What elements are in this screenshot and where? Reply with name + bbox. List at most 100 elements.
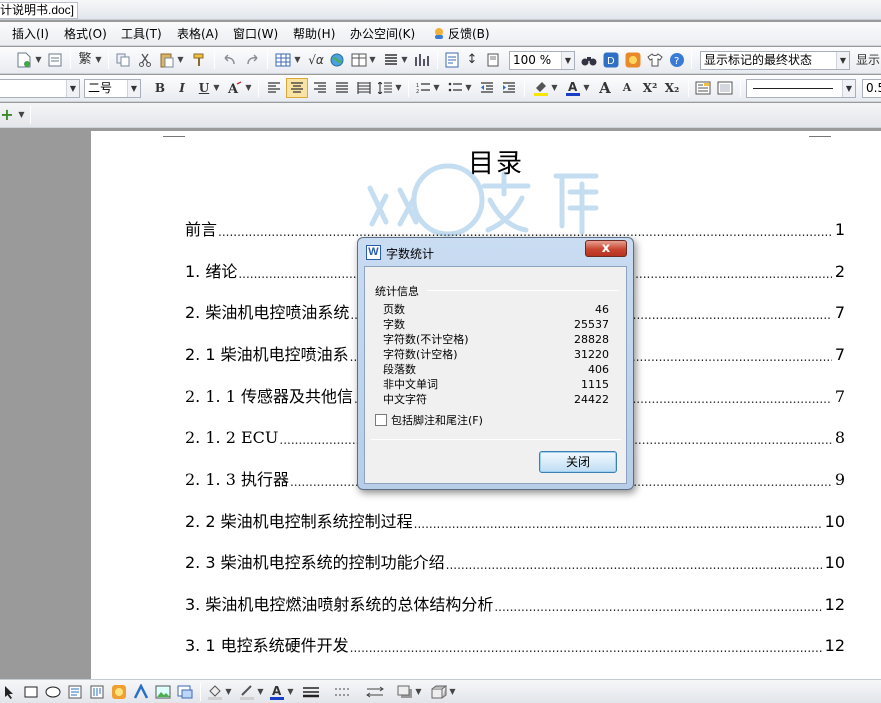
menu-feedback[interactable]: 反馈(B)	[448, 26, 490, 42]
insert-table-icon[interactable]	[274, 51, 292, 69]
align-left-icon[interactable]	[264, 79, 284, 97]
plus-icon[interactable]: +	[0, 106, 14, 124]
menu-window[interactable]: 窗口(W)	[233, 26, 278, 42]
format-painter-icon[interactable]	[190, 51, 208, 69]
redo-icon[interactable]	[244, 51, 262, 69]
bold-button[interactable]: B	[152, 79, 168, 97]
paste-icon[interactable]	[158, 51, 176, 69]
underline-button[interactable]: U	[196, 79, 212, 97]
font-name-select[interactable]: ▼	[0, 79, 80, 98]
menu-help[interactable]: 帮助(H)	[293, 26, 335, 42]
binoculars-icon[interactable]	[580, 51, 598, 69]
toc-entry[interactable]: 3. 柴油机电控燃油喷射系统的总体结构分析 12	[185, 592, 845, 616]
text-box-icon[interactable]	[694, 79, 712, 97]
columns-icon[interactable]	[382, 51, 400, 69]
line-style-select[interactable]: ▼	[746, 79, 856, 98]
ellipse-icon[interactable]	[44, 683, 62, 701]
border-icon[interactable]	[716, 79, 734, 97]
toc-entry[interactable]: 2. 2 柴油机电控制系统控制过程 10	[185, 509, 845, 533]
chevron-down-icon[interactable]: ▼	[256, 683, 264, 701]
toc-entry[interactable]: 3. 1 电控系统硬件开发 12	[185, 633, 845, 657]
dialog-titlebar[interactable]: W 字数统计 x	[358, 238, 633, 266]
shadow-style-icon[interactable]	[396, 683, 414, 701]
font-color-icon[interactable]: A	[564, 79, 582, 97]
new-document-icon[interactable]	[14, 51, 34, 69]
font-effects-icon[interactable]: A	[226, 79, 244, 97]
wps-d-icon[interactable]: D	[602, 51, 620, 69]
chevron-down-icon[interactable]: ▼	[244, 79, 252, 97]
include-footnotes-checkbox[interactable]	[375, 414, 387, 426]
chevron-down-icon[interactable]: ▼	[448, 683, 456, 701]
arrow-style-icon[interactable]	[364, 683, 386, 701]
align-right-icon[interactable]	[310, 79, 330, 97]
vertical-textbox-icon[interactable]	[88, 683, 106, 701]
formula-icon[interactable]: √α	[306, 51, 326, 69]
table-grid-icon[interactable]	[350, 51, 368, 69]
menu-tools[interactable]: 工具(T)	[121, 26, 162, 42]
chevron-down-icon[interactable]: ▼	[212, 79, 220, 97]
grow-font-button[interactable]: A	[596, 79, 614, 97]
rectangle-icon[interactable]	[22, 683, 40, 701]
toc-entry[interactable]: 2. 3 柴油机电控系统的控制功能介绍 10	[185, 550, 845, 574]
shirt-icon[interactable]	[646, 51, 664, 69]
shapes-icon[interactable]	[110, 683, 128, 701]
chevron-down-icon[interactable]: ▼	[400, 51, 408, 69]
chevron-down-icon[interactable]: ▼	[127, 80, 140, 97]
chevron-down-icon[interactable]: ▼	[66, 80, 79, 97]
align-center-icon[interactable]	[286, 78, 308, 98]
superscript-button[interactable]: X²	[640, 79, 660, 97]
justify-icon[interactable]	[332, 79, 352, 97]
highlight-icon[interactable]	[532, 79, 550, 97]
line-weight-select[interactable]: 0.5	[862, 79, 881, 98]
dash-style-icon[interactable]	[332, 683, 354, 701]
chevron-down-icon[interactable]: ▼	[16, 106, 26, 124]
picture-icon[interactable]	[154, 683, 172, 701]
italic-button[interactable]: I	[174, 79, 190, 97]
wordart-icon[interactable]	[132, 683, 150, 701]
chevron-down-icon[interactable]: ▼	[842, 80, 855, 97]
template-icon[interactable]	[624, 51, 642, 69]
select-pointer-icon[interactable]	[2, 683, 16, 701]
close-button[interactable]: 关闭	[539, 451, 617, 473]
menu-table[interactable]: 表格(A)	[177, 26, 219, 42]
show-menu-button[interactable]: 显示	[856, 51, 881, 69]
undo-icon[interactable]	[220, 51, 238, 69]
chevron-down-icon[interactable]: ▼	[582, 79, 590, 97]
chevron-down-icon[interactable]: ▼	[34, 51, 42, 69]
include-footnotes-option[interactable]: 包括脚注和尾注(F)	[375, 413, 483, 427]
shrink-font-button[interactable]: A	[618, 79, 636, 97]
chevron-down-icon[interactable]: ▼	[94, 51, 102, 69]
numbered-list-icon[interactable]: 12	[414, 79, 432, 97]
chevron-down-icon[interactable]: ▼	[550, 79, 558, 97]
textbox-icon[interactable]	[66, 683, 84, 701]
print-preview-icon[interactable]	[46, 51, 64, 69]
fill-color-icon[interactable]	[206, 683, 224, 701]
decrease-indent-icon[interactable]	[478, 79, 496, 97]
chevron-down-icon[interactable]: ▼	[224, 683, 232, 701]
chevron-down-icon[interactable]: ▼	[368, 51, 376, 69]
globe-icon[interactable]	[328, 51, 346, 69]
distribute-icon[interactable]	[354, 79, 374, 97]
copy-icon[interactable]	[114, 51, 132, 69]
chevron-down-icon[interactable]: ▼	[464, 79, 472, 97]
subscript-button[interactable]: X₂	[662, 79, 682, 97]
insert-image-icon[interactable]	[176, 683, 194, 701]
menu-insert[interactable]: 插入(I)	[12, 26, 49, 42]
chevron-down-icon[interactable]: ▼	[561, 52, 574, 69]
markup-view-select[interactable]: 显示标记的最终状态 ▼	[700, 51, 850, 70]
line-spacing-icon[interactable]	[376, 79, 394, 97]
chevron-down-icon[interactable]: ▼	[394, 79, 402, 97]
font-size-select[interactable]: 二号 ▼	[84, 79, 141, 98]
traditional-chinese-icon[interactable]: 繁	[76, 51, 94, 69]
chart-icon[interactable]	[412, 51, 432, 69]
chevron-down-icon[interactable]: ▼	[836, 52, 849, 69]
font-color-draw-icon[interactable]: A	[268, 683, 286, 701]
show-hide-marks-icon[interactable]: ↕	[464, 51, 480, 69]
menu-format[interactable]: 格式(O)	[64, 26, 107, 42]
3d-style-icon[interactable]	[430, 683, 448, 701]
menu-office-space[interactable]: 办公空间(K)	[350, 26, 415, 42]
increase-indent-icon[interactable]	[500, 79, 518, 97]
chevron-down-icon[interactable]: ▼	[286, 683, 294, 701]
close-icon[interactable]: x	[585, 240, 627, 257]
chevron-down-icon[interactable]: ▼	[176, 51, 184, 69]
